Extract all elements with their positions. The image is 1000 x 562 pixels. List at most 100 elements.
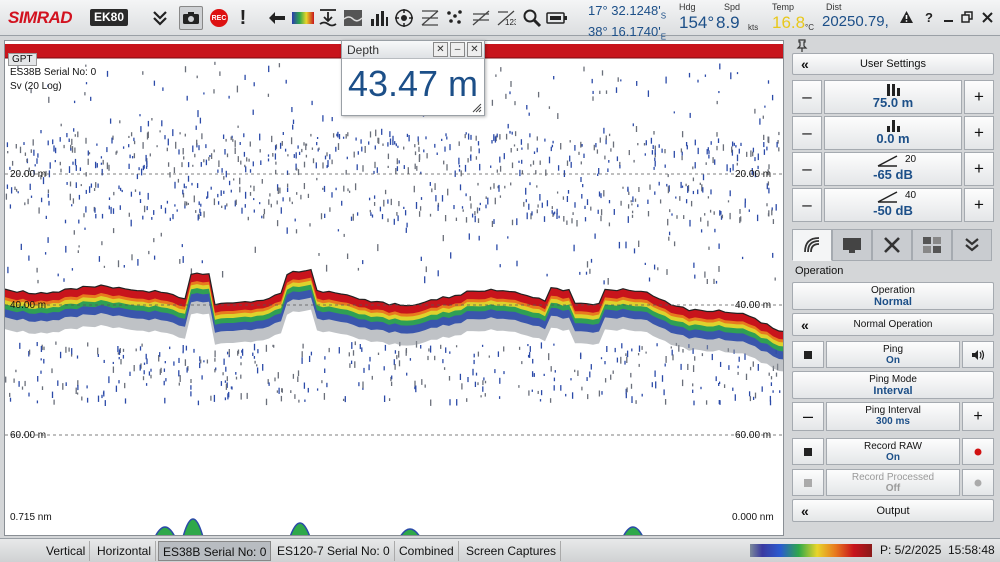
distance-right-label: 0.000 nm <box>732 512 774 523</box>
operation-section-title: Operation <box>795 265 844 277</box>
ping-interval-control[interactable]: Ping Interval 300 ms <box>826 402 960 431</box>
ping-interval-decrease-button[interactable]: – <box>792 402 824 431</box>
gain-bottom-decrease-button[interactable]: – <box>792 188 822 222</box>
record-raw-dot-icon[interactable] <box>962 438 994 465</box>
tab-screen-captures[interactable]: Screen Captures <box>462 541 562 561</box>
gain-top-value: -65 dB <box>873 167 913 182</box>
output-button[interactable]: « Output <box>792 499 994 522</box>
bar-chart-icon[interactable] <box>367 6 391 30</box>
user-settings-button[interactable]: « User Settings <box>792 53 994 75</box>
operation-button[interactable]: Operation Normal <box>792 282 994 310</box>
gain-bottom-stepper[interactable]: – 40 -50 dB + <box>792 188 994 222</box>
camera-icon[interactable] <box>179 6 203 30</box>
range-value: 75.0 m <box>872 95 914 110</box>
battery-icon[interactable] <box>545 6 569 30</box>
close-icon[interactable] <box>978 8 996 26</box>
channel-label: ES38B Serial No: 0 <box>10 67 97 78</box>
record-processed-row: Record Processed Off <box>792 469 994 496</box>
target-icon[interactable] <box>392 6 416 30</box>
ping-mode-button[interactable]: Ping Mode Interval <box>792 371 994 399</box>
right-panel: « User Settings – 75.0 m + – 0.0 m + – 2… <box>788 36 1000 540</box>
start-range-control[interactable]: 0.0 m <box>824 116 962 150</box>
layout-tab-icon[interactable] <box>912 229 952 261</box>
ping-interval-increase-button[interactable]: + <box>962 402 994 431</box>
ping-sound-icon[interactable] <box>962 341 994 368</box>
tab-es38b[interactable]: ES38B Serial No: 0 <box>158 541 272 561</box>
gain-top-tvg-label: 20 <box>905 154 917 165</box>
tab-horizontal[interactable]: Horizontal <box>93 541 157 561</box>
depth-window[interactable]: Depth ✕ – ✕ 43.47 m <box>341 40 485 116</box>
setup-tab-icon[interactable] <box>872 229 912 261</box>
grid-icon[interactable] <box>418 6 442 30</box>
record-raw-value: On <box>886 452 900 463</box>
gain-bottom-control[interactable]: 40 -50 dB <box>824 188 962 222</box>
range-label-right-40: 40.00 m <box>735 300 772 311</box>
range-increase-button[interactable]: + <box>964 80 994 114</box>
restore-icon[interactable] <box>958 8 976 26</box>
gain-top-increase-button[interactable]: + <box>964 152 994 186</box>
expand-chevron-icon[interactable] <box>148 6 172 30</box>
numeric-icon[interactable]: 123 <box>494 6 518 30</box>
speed-readout: Spd 8.9 kts <box>716 2 764 34</box>
range-control[interactable]: 75.0 m <box>824 80 962 114</box>
depth-minimize-icon[interactable]: – <box>450 42 465 57</box>
tab-es120[interactable]: ES120-7 Serial No: 0 <box>273 541 395 561</box>
histogram-icon[interactable] <box>469 6 493 30</box>
latitude-hemisphere: S <box>660 11 667 21</box>
gain-bottom-increase-button[interactable]: + <box>964 188 994 222</box>
gain-top-control[interactable]: 20 -65 dB <box>824 152 962 186</box>
record-raw-row[interactable]: Record RAW On <box>792 438 994 465</box>
gain-top-stepper[interactable]: – 20 -65 dB + <box>792 152 994 186</box>
ping-stop-button[interactable] <box>792 341 824 368</box>
panel-tabs <box>792 229 994 261</box>
distance-readout: Dist 20250.79, <box>822 2 894 34</box>
warning-icon[interactable] <box>897 8 915 26</box>
ping-interval-label: Ping Interval <box>865 405 921 416</box>
record-button[interactable]: REC <box>207 6 231 30</box>
ping-interval-row[interactable]: – Ping Interval 300 ms + <box>792 402 994 431</box>
gain-top-decrease-button[interactable]: – <box>792 152 822 186</box>
install-tab-icon[interactable] <box>952 229 992 261</box>
alert-icon[interactable]: ! <box>231 6 255 30</box>
variable-label: Sv (20 Log) <box>10 81 62 92</box>
start-range-stepper[interactable]: – 0.0 m + <box>792 116 994 150</box>
minimize-icon[interactable] <box>939 8 957 26</box>
gain-ramp-icon <box>877 191 898 203</box>
color-scale-bar <box>750 544 872 557</box>
help-icon[interactable]: ? <box>920 8 938 26</box>
record-raw-stop-button[interactable] <box>792 438 824 465</box>
second-echo-blob <box>623 526 643 535</box>
ping-row[interactable]: Ping On <box>792 341 994 368</box>
record-processed-stop-button <box>792 469 824 496</box>
display-tab-icon[interactable] <box>832 229 872 261</box>
depth-tools-icon[interactable]: ✕ <box>433 42 448 57</box>
start-increase-button[interactable]: + <box>964 116 994 150</box>
sonar-tab-icon[interactable] <box>792 229 832 261</box>
range-decrease-button[interactable]: – <box>792 80 822 114</box>
speed-label: Spd <box>724 2 741 12</box>
start-decrease-button[interactable]: – <box>792 116 822 150</box>
second-echo-blob <box>290 522 310 535</box>
range-stepper[interactable]: – 75.0 m + <box>792 80 994 114</box>
ping-mode-label: Ping Mode <box>869 374 917 385</box>
ping-control[interactable]: Ping On <box>826 341 960 368</box>
scatter-icon[interactable] <box>443 6 467 30</box>
range-label-left-60: 60.00 m <box>10 430 47 441</box>
echogram-icon[interactable] <box>341 6 365 30</box>
zoom-icon[interactable] <box>520 6 544 30</box>
depth-close-icon[interactable]: ✕ <box>467 42 482 57</box>
ping-label: Ping <box>882 344 903 355</box>
status-date: P: 5/2/2025 <box>880 543 942 557</box>
tab-vertical[interactable]: Vertical <box>42 541 91 561</box>
tab-combined[interactable]: Combined <box>395 541 459 561</box>
back-arrow-icon[interactable] <box>265 6 289 30</box>
color-scale-icon[interactable] <box>291 6 315 30</box>
bottom-detect-icon[interactable] <box>316 6 340 30</box>
normal-operation-button[interactable]: « Normal Operation <box>792 313 994 336</box>
gain-bottom-value: -50 dB <box>873 203 913 218</box>
resize-grip-icon[interactable] <box>472 103 482 113</box>
temperature-value: 16.8 <box>772 13 806 32</box>
output-label: Output <box>876 505 910 517</box>
record-raw-control[interactable]: Record RAW On <box>826 438 960 465</box>
depth-window-header[interactable]: Depth ✕ – ✕ <box>342 41 484 59</box>
